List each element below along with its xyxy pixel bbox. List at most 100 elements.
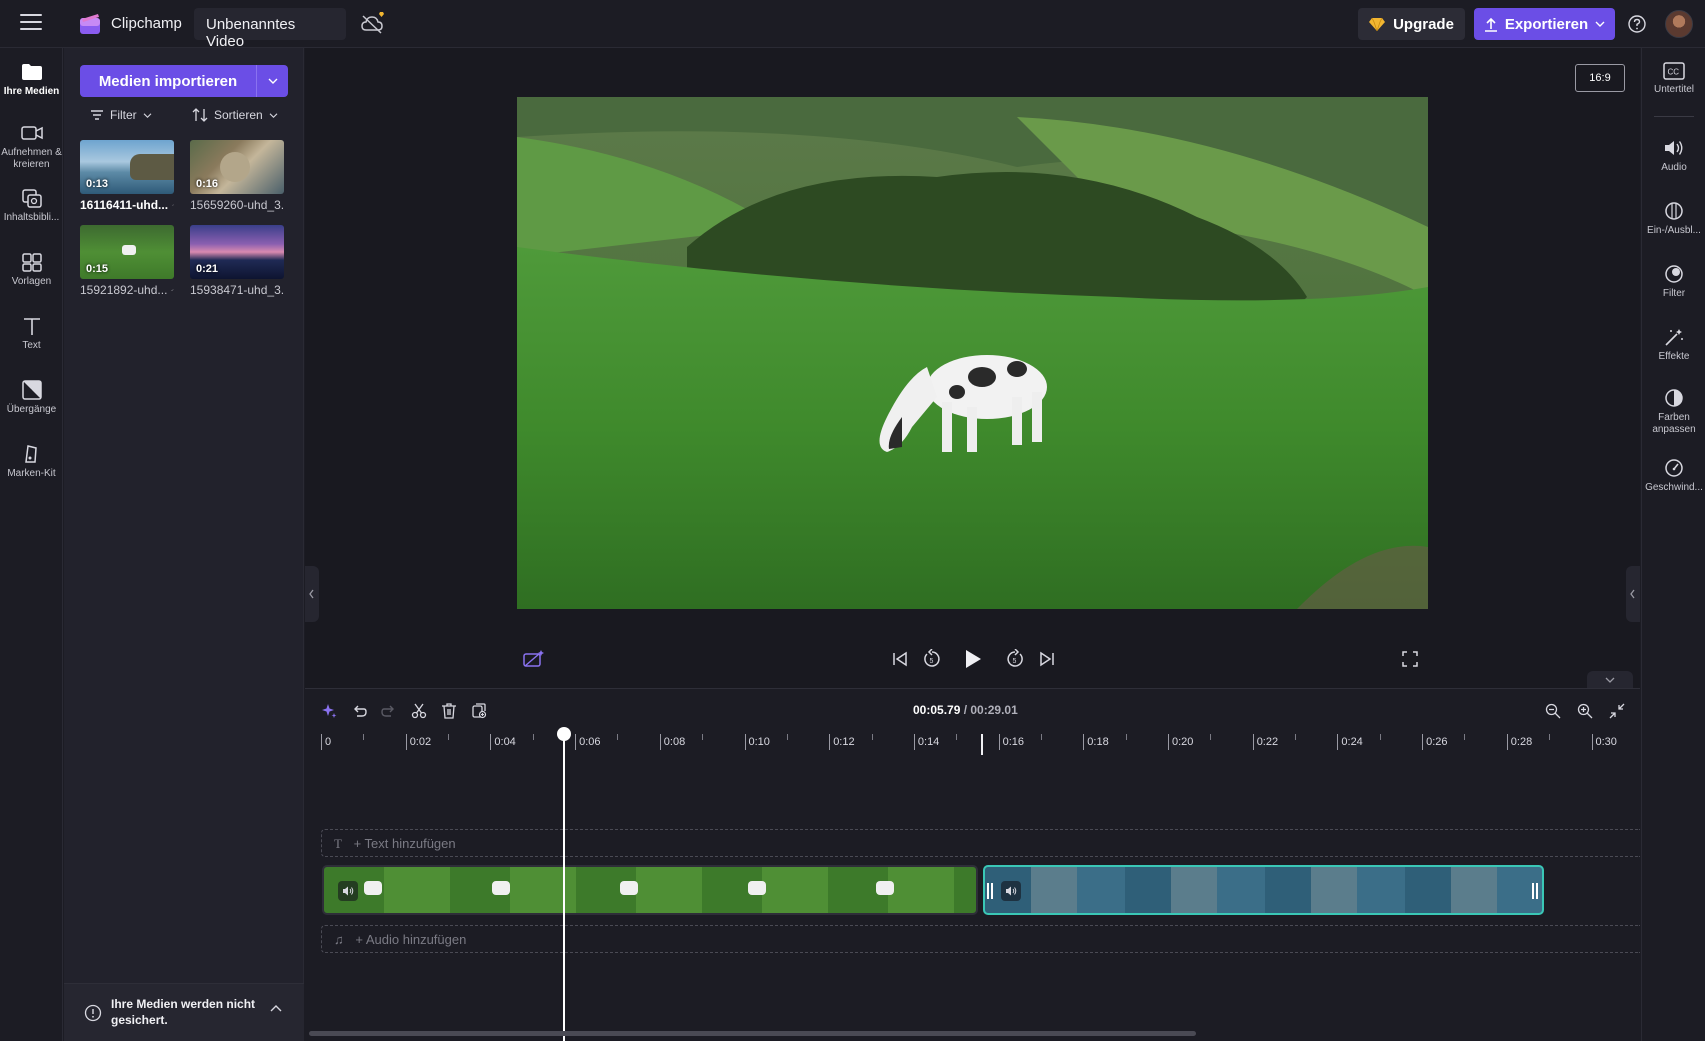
media-item[interactable]: 0:13 16116411-uhd... (80, 140, 174, 212)
rail-item-brand-kit[interactable]: Marken-Kit (0, 444, 63, 480)
media-item[interactable]: 0:16 15659260-uhd_3... (190, 140, 284, 212)
collapse-left-panel-button[interactable] (305, 566, 319, 622)
rail-item-captions[interactable]: CC Untertitel (1642, 62, 1705, 96)
upgrade-button[interactable]: Upgrade (1358, 8, 1465, 40)
ruler-tick-minor (1295, 734, 1297, 740)
media-name: 16116411-uhd... (80, 198, 174, 212)
speaker-icon[interactable] (338, 881, 358, 901)
menu-icon[interactable] (20, 14, 42, 32)
zoom-out-button[interactable] (1541, 699, 1565, 723)
duplicate-button[interactable] (467, 699, 491, 723)
ruler-tick-major (659, 734, 661, 750)
rail-item-templates[interactable]: Vorlagen (0, 252, 63, 288)
zoom-in-button[interactable] (1573, 699, 1597, 723)
magic-tools-button[interactable] (317, 699, 341, 723)
sort-button[interactable]: Sortieren (192, 108, 278, 122)
rail-label: Untertitel (1653, 84, 1694, 95)
media-name-text: 15659260-uhd_3... (190, 198, 284, 212)
rail-item-text[interactable]: Text (0, 316, 63, 352)
fullscreen-button[interactable] (1397, 646, 1423, 672)
add-audio-track[interactable]: ♫ + Audio hinzufügen (321, 925, 1640, 953)
skip-to-end-button[interactable] (1034, 646, 1060, 672)
aspect-ratio-button[interactable]: 16:9 (1575, 64, 1625, 92)
rail-item-adjust-colors[interactable]: Farben anpassen (1642, 388, 1705, 436)
sparkle-icon (322, 704, 337, 718)
redo-button[interactable] (377, 699, 401, 723)
fade-icon (1665, 202, 1683, 220)
ruler-tick-label: 0:22 (1256, 736, 1279, 748)
split-button[interactable] (407, 699, 431, 723)
templates-icon (21, 253, 42, 272)
media-item[interactable]: 0:21 15938471-uhd_3... (190, 225, 284, 297)
media-duration: 0:13 (86, 178, 109, 190)
filter-button[interactable]: Filter (90, 108, 152, 122)
ruler-tick-label: 0:18 (1087, 736, 1109, 748)
chevron-left-icon (309, 589, 314, 599)
media-duration: 0:16 (196, 178, 219, 190)
diamond-icon (1369, 17, 1386, 31)
chevron-down-icon (1595, 21, 1605, 27)
timeline-scrollbar[interactable] (309, 1031, 1196, 1036)
time-display: 00:05.79 / 00:29.01 (913, 703, 1018, 717)
export-button[interactable]: Exportieren (1474, 8, 1615, 40)
import-options-button[interactable] (256, 65, 288, 97)
captions-icon: CC (1663, 62, 1685, 80)
video-clip-cow[interactable] (322, 865, 978, 915)
rail-item-your-media[interactable]: Ihre Medien (0, 62, 63, 98)
play-button[interactable] (960, 646, 986, 672)
ruler-tick-major (1337, 734, 1339, 750)
total-time: / 00:29.01 (963, 703, 1018, 717)
add-audio-label: + Audio hinzufügen (355, 932, 467, 947)
import-media-button[interactable]: Medien importieren (80, 65, 288, 97)
playhead-handle[interactable] (557, 727, 571, 741)
ruler-tick-major (829, 734, 831, 750)
rail-item-fade[interactable]: Ein-/Ausbl... (1642, 201, 1705, 237)
speaker-icon[interactable] (1001, 881, 1021, 901)
skip-to-start-button[interactable] (887, 646, 913, 672)
add-text-track[interactable]: T + Text hinzufügen (321, 829, 1640, 857)
project-title[interactable]: Unbenanntes Video (194, 8, 346, 50)
rail-item-filter[interactable]: Filter (1642, 264, 1705, 300)
rail-item-audio[interactable]: Audio (1642, 138, 1705, 174)
text-icon (23, 318, 40, 335)
clip-trim-handle-right[interactable] (1532, 883, 1540, 899)
cloud-off-icon[interactable] (360, 12, 386, 36)
clip-trim-handle-left[interactable] (987, 883, 995, 899)
media-name: 15921892-uhd... (80, 283, 174, 297)
clip-frame (620, 881, 638, 895)
timeline-ruler[interactable]: 0 0:02 0:04 0:06 0:08 0:10 0:12 0:14 0:16 0:18 0:2… (305, 726, 1640, 760)
media-thumbnail: 0:16 (190, 140, 284, 194)
media-item[interactable]: 0:15 15921892-uhd... (80, 225, 174, 297)
fit-timeline-button[interactable] (1605, 699, 1629, 723)
rail-item-effects[interactable]: Effekte (1642, 327, 1705, 363)
sort-icon (192, 108, 208, 122)
media-thumbnail: 0:21 (190, 225, 284, 279)
rail-item-speed[interactable]: Geschwind... (1642, 458, 1705, 494)
rail-label: Inhaltsbibli... (3, 212, 60, 223)
zoom-in-icon (1577, 703, 1593, 719)
playhead[interactable] (563, 728, 565, 1041)
video-clip-coast-selected[interactable] (983, 865, 1544, 915)
magic-edit-button[interactable] (521, 646, 547, 672)
forward-button[interactable]: 5 (1002, 646, 1028, 672)
collapse-timeline-button[interactable] (1587, 671, 1633, 688)
text-track-icon: T (334, 836, 342, 851)
audio-icon (1665, 141, 1683, 155)
top-bar: Clipchamp Unbenanntes Video Upgrade Expo… (0, 0, 1705, 50)
rewind-button[interactable]: 5 (919, 646, 945, 672)
avatar[interactable] (1665, 10, 1693, 38)
ruler-tick-minor (871, 734, 873, 740)
media-name: 15659260-uhd_3... (190, 198, 284, 212)
rail-item-transitions[interactable]: Übergänge (0, 380, 63, 416)
undo-button[interactable] (347, 699, 371, 723)
ruler-tick-label: 0:24 (1341, 736, 1363, 748)
clip-frame (876, 881, 894, 895)
rail-item-record-create[interactable]: Aufnehmen & kreieren (0, 123, 63, 171)
rail-item-content-library[interactable]: Inhaltsbibli... (0, 188, 63, 224)
delete-button[interactable] (437, 699, 461, 723)
collapse-right-panel-button[interactable] (1626, 566, 1640, 622)
ruler-tick-major (1422, 734, 1424, 750)
help-icon[interactable] (1627, 14, 1647, 34)
filter-lines-icon (91, 110, 103, 120)
chevron-up-icon[interactable] (270, 1004, 282, 1014)
